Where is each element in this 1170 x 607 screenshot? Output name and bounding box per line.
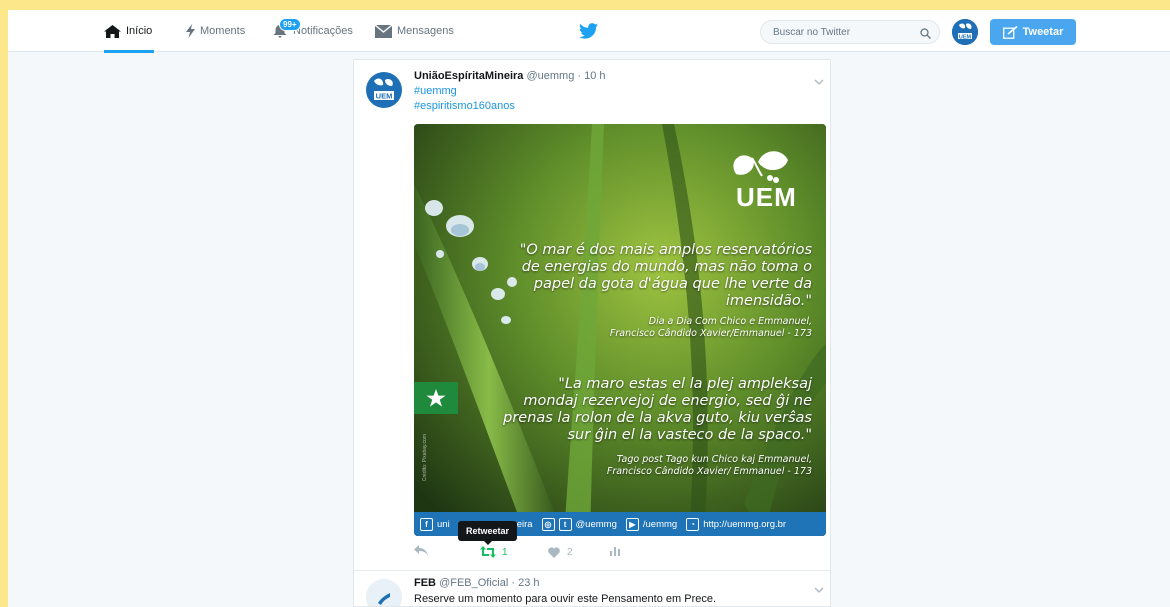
quote-source-line: Tago post Tago kun Chico kaj Emmanuel, (616, 454, 812, 465)
nav-moments-label: Moments (200, 25, 246, 37)
timeline-stream: UEM UniãoEspíritaMineira @uemmg · 10 h #… (353, 59, 831, 607)
instagram-twitter-handle: @uemmg (575, 518, 617, 530)
tweet-text: Reserve um momento para ouvir este Pensa… (414, 593, 717, 605)
active-tab-indicator (104, 50, 155, 53)
home-icon (104, 24, 121, 38)
facebook-text: uni (437, 518, 450, 530)
analytics-button[interactable] (610, 544, 620, 560)
tweet[interactable]: UEM UniãoEspíritaMineira @uemmg · 10 h #… (354, 60, 830, 571)
search-input[interactable] (760, 20, 940, 44)
nav-moments[interactable]: Moments (186, 10, 245, 52)
retweet-count: 1 (502, 546, 508, 558)
twitter-icon: t (558, 517, 572, 531)
nav-notifications[interactable]: Notificações (272, 10, 353, 52)
heart-icon (548, 546, 560, 558)
compose-icon (1002, 25, 1018, 39)
tweet-author-avatar[interactable]: UEM (366, 72, 402, 108)
svg-text:UEM: UEM (959, 35, 972, 41)
facebook-icon: f (420, 517, 433, 531)
quote-source-esperanto: Tago post Tago kun Chico kaj Emmanuel, F… (552, 454, 812, 478)
quote-source-portuguese: Dia a Dia Com Chico e Emmanuel, Francisc… (552, 316, 812, 340)
chevron-down-icon[interactable] (814, 72, 824, 90)
tweet-author-avatar[interactable] (366, 579, 402, 606)
hashtag-link[interactable]: #uemmg (414, 85, 457, 97)
like-button[interactable]: 2 (548, 544, 573, 560)
envelope-icon (375, 24, 392, 38)
twitter-bird-icon[interactable] (579, 23, 598, 44)
hashtag-link[interactable]: #espiritismo160anos (414, 100, 515, 112)
tweet[interactable]: FEB @FEB_Oficial · 23 h Reserve um momen… (354, 572, 830, 606)
nav-messages-label: Mensagens (397, 25, 454, 37)
esperanto-flag-icon (414, 382, 458, 414)
instagram-icon: ◎ (541, 517, 555, 531)
quote-source-line: Francisco Cândido Xavier/ Emmanuel - 173 (606, 465, 812, 477)
compose-tweet-button[interactable]: Tweetar (990, 19, 1076, 45)
website-url: http://uemmg.org.br (703, 518, 787, 530)
tweet-actions: 1 2 (414, 544, 714, 560)
photo-credit: Crédito: Pixabay.com (422, 434, 428, 482)
analytics-icon (610, 545, 620, 559)
tweet-timestamp[interactable]: · 10 h (577, 70, 605, 82)
quote-source-line: Francisco Cândido Xavier/Emmanuel - 173 (609, 327, 812, 339)
reply-icon (414, 545, 428, 559)
tweet-timestamp[interactable]: · 23 h (511, 577, 539, 589)
nav-notifications-label: Notificações (293, 25, 353, 37)
notifications-badge: 99+ (279, 18, 301, 31)
quote-portuguese: "O mar é dos mais amplos reservatórios d… (519, 242, 812, 310)
chevron-down-icon[interactable] (814, 580, 824, 598)
youtube-icon: ▶ (625, 517, 639, 531)
tweet-author-handle[interactable]: @uemmg (526, 70, 574, 82)
tweet-header: FEB @FEB_Oficial · 23 h (414, 577, 540, 589)
quote-esperanto: "La maro estas el la plej ampleksaj mond… (503, 376, 812, 444)
youtube-handle: /uemmg (642, 518, 678, 530)
svg-text:UEM: UEM (376, 92, 393, 101)
top-navigation-bar: Início Moments Notificações 99+ Mensagen… (8, 10, 1170, 53)
search-icon[interactable] (920, 26, 931, 44)
rss-icon: ◔ (686, 517, 700, 531)
uem-logo: UEM (722, 144, 804, 212)
app-frame: Início Moments Notificações 99+ Mensagen… (8, 10, 1170, 607)
quote-source-line: Dia a Dia Com Chico e Emmanuel, (648, 316, 812, 327)
tweet-author-name[interactable]: FEB (414, 577, 436, 589)
like-count: 2 (567, 546, 573, 558)
profile-avatar[interactable]: UEM (952, 19, 978, 45)
uem-logo-text: UEM (736, 182, 797, 212)
lightning-icon (186, 24, 195, 38)
tweet-header: UniãoEspíritaMineira @uemmg · 10 h (414, 70, 606, 82)
facebook-text-tail: eira (516, 518, 533, 530)
nav-messages[interactable]: Mensagens (375, 10, 454, 52)
tweet-author-handle[interactable]: @FEB_Oficial (439, 577, 508, 589)
retweet-tooltip: Retweetar (458, 521, 518, 545)
retweet-icon (480, 546, 496, 558)
tweet-media-image[interactable]: UEM "O mar é dos mais amplos reservatóri… (414, 124, 826, 536)
reply-button[interactable] (414, 544, 428, 560)
tweet-author-name[interactable]: UniãoEspíritaMineira (414, 70, 523, 82)
retweet-button[interactable]: 1 (480, 544, 508, 560)
nav-home-label: Início (126, 25, 153, 37)
compose-tweet-label: Tweetar (1022, 26, 1064, 38)
nav-home[interactable]: Início (104, 10, 155, 53)
